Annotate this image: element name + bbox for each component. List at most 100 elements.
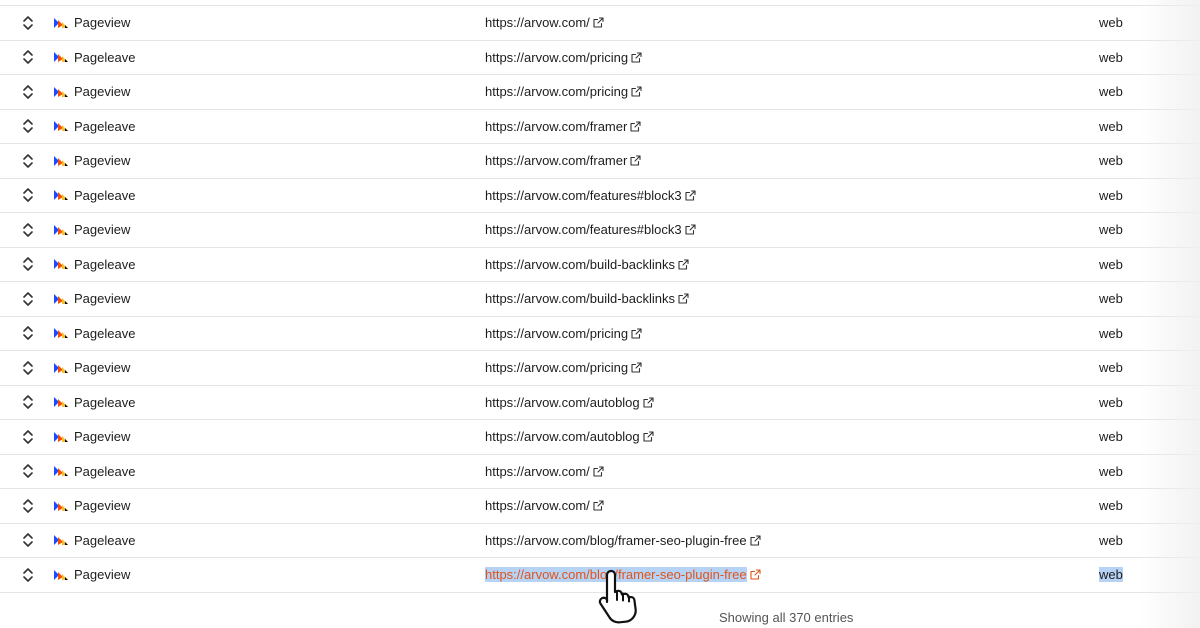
url-link[interactable]: https://arvow.com/ [485, 498, 590, 513]
chevron-up-down-icon[interactable] [22, 567, 34, 583]
url-link[interactable]: https://arvow.com/ [485, 464, 590, 479]
library-value: web [1099, 567, 1123, 583]
event-cell: Pageleave [54, 248, 135, 282]
url-link[interactable]: https://arvow.com/blog/framer-seo-plugin… [485, 533, 747, 548]
expand-row-button[interactable] [18, 179, 38, 213]
posthog-event-icon [54, 535, 68, 546]
external-link-icon[interactable] [750, 535, 761, 546]
hand-pointer-cursor-icon [598, 569, 637, 624]
url-link[interactable]: https://arvow.com/features#block3 [485, 222, 682, 237]
table-row[interactable]: Pageleave https://arvow.com/web [0, 455, 1200, 489]
table-row[interactable]: Pageview https://arvow.com/autoblog web [0, 420, 1200, 455]
table-row[interactable]: Pageleave https://arvow.com/build-backlin… [0, 248, 1200, 282]
expand-row-button[interactable] [18, 144, 38, 178]
table-row[interactable]: Pageview https://arvow.com/pricing web [0, 351, 1200, 386]
url-link[interactable]: https://arvow.com/autoblog [485, 429, 640, 444]
external-link-icon[interactable] [593, 500, 604, 511]
url-link[interactable]: https://arvow.com/pricing [485, 50, 628, 65]
url-link[interactable]: https://arvow.com/framer [485, 153, 627, 168]
chevron-up-down-icon[interactable] [22, 222, 34, 238]
external-link-icon[interactable] [631, 86, 642, 97]
external-link-icon[interactable] [678, 259, 689, 270]
external-link-icon[interactable] [643, 397, 654, 408]
expand-row-button[interactable] [18, 524, 38, 558]
expand-row-button[interactable] [18, 489, 38, 523]
table-row[interactable]: Pageview https://arvow.com/build-backlink… [0, 282, 1200, 317]
table-row[interactable]: Pageview https://arvow.com/web [0, 6, 1200, 41]
table-row[interactable]: Pageview https://arvow.com/framer web [0, 144, 1200, 179]
expand-row-button[interactable] [18, 558, 38, 592]
expand-row-button[interactable] [18, 6, 38, 40]
events-table: Pageview https://arvow.com/web Pageleave ht… [0, 5, 1200, 593]
chevron-up-down-icon[interactable] [22, 394, 34, 410]
library-value: web [1099, 187, 1123, 203]
table-row[interactable]: Pageleave https://arvow.com/framer web [0, 110, 1200, 144]
posthog-event-icon [54, 569, 68, 580]
table-row[interactable]: Pageleave https://arvow.com/blog/framer-s… [0, 524, 1200, 558]
url-link[interactable]: https://arvow.com/build-backlinks [485, 291, 675, 306]
external-link-icon[interactable] [684, 190, 696, 201]
external-link-icon[interactable] [750, 569, 761, 580]
chevron-up-down-icon[interactable] [22, 49, 34, 65]
url-link[interactable]: https://arvow.com/features#block3 [485, 188, 682, 203]
chevron-up-down-icon[interactable] [22, 498, 34, 514]
external-link-icon[interactable] [631, 328, 642, 339]
chevron-up-down-icon[interactable] [22, 153, 34, 169]
external-link-icon[interactable] [631, 362, 642, 373]
expand-row-button[interactable] [18, 351, 38, 385]
event-cell: Pageleave [54, 41, 135, 75]
expand-row-button[interactable] [18, 455, 38, 489]
external-link-icon[interactable] [593, 466, 604, 477]
table-row[interactable]: Pageleave https://arvow.com/pricing web [0, 41, 1200, 75]
event-name: Pageview [74, 498, 131, 514]
chevron-up-down-icon[interactable] [22, 256, 34, 272]
chevron-up-down-icon[interactable] [22, 429, 34, 445]
chevron-up-down-icon[interactable] [22, 360, 34, 376]
expand-row-button[interactable] [18, 317, 38, 351]
table-row[interactable]: Pageleave https://arvow.com/pricing web [0, 317, 1200, 351]
url-link[interactable]: https://arvow.com/pricing [485, 326, 628, 341]
expand-row-button[interactable] [18, 110, 38, 144]
chevron-up-down-icon[interactable] [22, 325, 34, 341]
external-link-icon[interactable] [593, 17, 604, 28]
external-link-icon[interactable] [631, 52, 642, 63]
library-value: web [1099, 118, 1123, 134]
chevron-up-down-icon[interactable] [22, 187, 34, 203]
library-value: web [1099, 222, 1123, 238]
chevron-up-down-icon[interactable] [22, 291, 34, 307]
expand-row-button[interactable] [18, 248, 38, 282]
table-row[interactable]: Pageview https://arvow.com/pricing web [0, 75, 1200, 110]
table-row[interactable]: Pageview https://arvow.com/web [0, 489, 1200, 524]
external-link-icon[interactable] [684, 224, 696, 235]
table-row[interactable]: Pageview https://arvow.com/features#block… [0, 213, 1200, 248]
chevron-up-down-icon[interactable] [22, 463, 34, 479]
expand-row-button[interactable] [18, 420, 38, 454]
event-cell: Pageleave [54, 110, 135, 144]
posthog-event-icon [54, 466, 68, 477]
url-link[interactable]: https://arvow.com/autoblog [485, 395, 640, 410]
url-link[interactable]: https://arvow.com/pricing [485, 360, 628, 375]
table-row[interactable]: Pageleave https://arvow.com/autoblog web [0, 386, 1200, 420]
external-link-icon[interactable] [630, 121, 641, 132]
url-link[interactable]: https://arvow.com/ [485, 15, 590, 30]
expand-row-button[interactable] [18, 386, 38, 420]
event-cell: Pageview [54, 6, 130, 40]
expand-row-button[interactable] [18, 282, 38, 316]
table-row[interactable]: Pageleave https://arvow.com/features#bloc… [0, 179, 1200, 213]
external-link-icon[interactable] [643, 431, 654, 442]
url-link[interactable]: https://arvow.com/pricing [485, 84, 628, 99]
url-link[interactable]: https://arvow.com/build-backlinks [485, 257, 675, 272]
chevron-up-down-icon[interactable] [22, 84, 34, 100]
external-link-icon[interactable] [630, 155, 641, 166]
event-name: Pageview [74, 567, 131, 583]
url-link[interactable]: https://arvow.com/framer [485, 119, 627, 134]
posthog-event-icon [54, 259, 68, 270]
expand-row-button[interactable] [18, 41, 38, 75]
external-link-icon[interactable] [678, 293, 689, 304]
expand-row-button[interactable] [18, 213, 38, 247]
expand-row-button[interactable] [18, 75, 38, 109]
chevron-up-down-icon[interactable] [22, 118, 34, 134]
chevron-up-down-icon[interactable] [22, 15, 34, 31]
chevron-up-down-icon[interactable] [22, 532, 34, 548]
event-name: Pageview [74, 15, 131, 31]
